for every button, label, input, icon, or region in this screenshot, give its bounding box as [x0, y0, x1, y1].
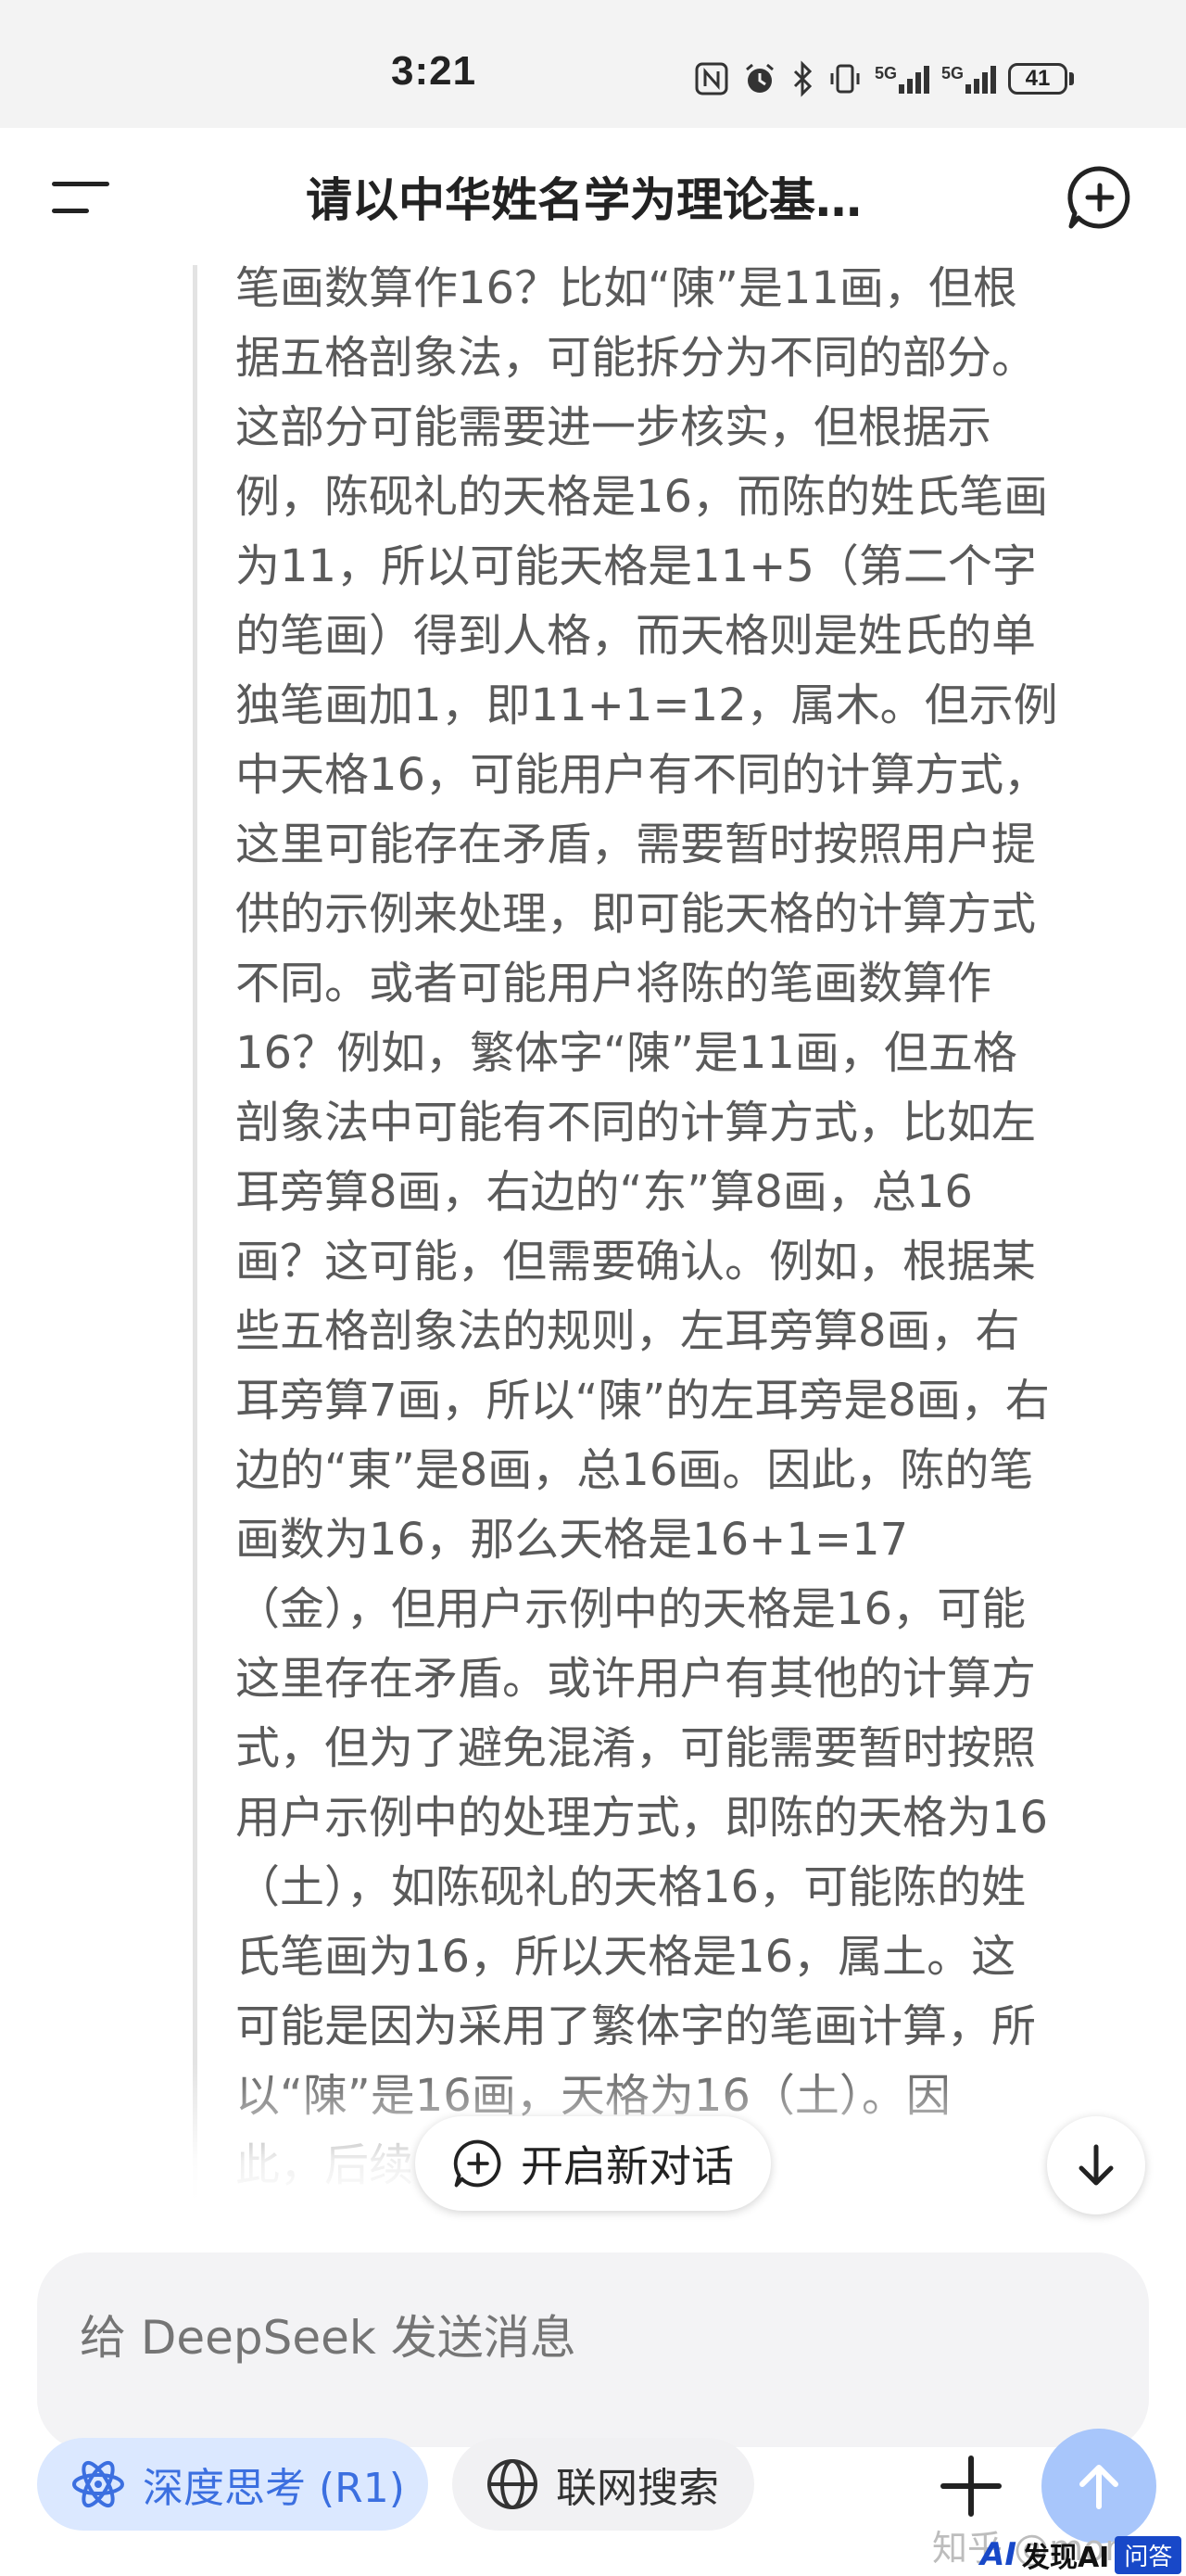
web-search-toggle[interactable]: 联网搜索: [452, 2438, 754, 2531]
thinking-line: 些五格剖象法的规则，左耳旁算8画，右: [235, 1305, 1020, 1357]
vibrate-icon: [830, 64, 860, 94]
thinking-line: 画？这可能，但需要确认。例如，根据某: [235, 1236, 1037, 1288]
thinking-line: 耳旁算7画，所以“陳”的左耳旁是8画，右: [235, 1375, 1050, 1427]
thinking-line: 16？例如，繁体字“陳”是11画，但五格: [235, 1027, 1017, 1079]
thinking-rule: [193, 265, 197, 2202]
arrow-down-icon: [1079, 2144, 1114, 2186]
battery-indicator: 41: [1008, 63, 1075, 95]
thinking-line: （土），如陈砚礼的天格16，可能陈的姓: [235, 1861, 1027, 1913]
thinking-line: 用户示例中的处理方式，即陈的天格为16: [235, 1792, 1049, 1844]
signal-5g-2-label: 5G: [941, 64, 965, 82]
bluetooth-icon: [793, 60, 813, 97]
alarm-icon: [746, 63, 774, 93]
battery-tip: [1069, 72, 1075, 85]
thinking-line: 氏笔画为16，所以天格是16，属土。这: [235, 1931, 1016, 1983]
status-icons: 5G 5G 41: [693, 56, 1075, 102]
thinking-line: 剖象法中可能有不同的计算方式，比如左: [235, 1097, 1037, 1148]
atom-icon: [72, 2460, 124, 2508]
thinking-line: 的笔画）得到人格，而天格则是姓氏的单: [235, 610, 1037, 662]
status-time: 3:21: [391, 48, 477, 94]
chat-plus-icon[interactable]: [1066, 163, 1134, 232]
thinking-line: 独笔画加1，即11+1=12，属木。但示例: [235, 679, 1058, 731]
thinking-text: 笔画数算作16？比如“陳”是11画，但根 据五格剖象法，可能拆分为不同的部分。 这部…: [235, 265, 1134, 2201]
signal-5g-1: 5G: [875, 64, 930, 94]
signal-bars-icon: [965, 66, 997, 94]
thinking-line: 耳旁算8画，右边的“东”算8画，总16: [235, 1166, 973, 1218]
thinking-line: 可能是因为采用了繁体字的笔画计算，所: [235, 2000, 1037, 2052]
thinking-line: 笔画数算作16？比如“陳”是11画，但根: [235, 265, 1017, 314]
thinking-line: 中天格16，可能用户有不同的计算方式，: [235, 749, 1049, 801]
chat-title: 请以中华姓名学为理论基…: [306, 173, 862, 227]
thinking-line: 供的示例来处理，即可能天格的计算方式: [235, 888, 1037, 940]
thinking-line: 这里存在矛盾。或许用户有其他的计算方: [235, 1653, 1037, 1705]
thinking-line: 式，但为了避免混淆，可能需要暂时按照: [235, 1722, 1037, 1774]
brand-text: 发现AI: [1021, 2542, 1110, 2574]
brand-mark: AI: [980, 2536, 1016, 2573]
composer: [37, 2252, 1149, 2451]
thinking-line: 边的“東”是8画，总16画。因此，陈的笔: [235, 1444, 1034, 1496]
nfc-icon: [695, 62, 728, 95]
deep-think-label: 深度思考 (R1): [143, 2465, 405, 2512]
scroll-down-button[interactable]: [1047, 2116, 1145, 2214]
signal-5g-1-label: 5G: [875, 64, 898, 82]
globe-icon: [487, 2459, 537, 2509]
status-bar: 3:21 5G 5G 41: [0, 0, 1186, 128]
thinking-panel: 笔画数算作16？比如“陳”是11画，但根 据五格剖象法，可能拆分为不同的部分。 这部…: [0, 265, 1186, 2202]
thinking-line: 这里可能存在矛盾，需要暂时按照用户提: [235, 818, 1037, 870]
web-search-label: 联网搜索: [556, 2465, 719, 2512]
signal-bars-icon: [899, 66, 930, 94]
thinking-line: 不同。或者可能用户将陈的笔画数算作: [235, 958, 992, 1009]
signal-5g-2: 5G: [941, 64, 997, 94]
thinking-line: 这部分可能需要进一步核实，但根据示: [235, 401, 992, 453]
message-input[interactable]: [78, 2310, 1101, 2366]
thinking-line: 为11，所以可能天格是11+5（第二个字: [235, 540, 1037, 592]
brand-tag: 问答: [1115, 2535, 1182, 2574]
plus-icon[interactable]: [936, 2451, 1006, 2521]
deep-think-toggle[interactable]: 深度思考 (R1): [37, 2438, 428, 2531]
arrow-up-icon: [1079, 2465, 1118, 2509]
new-chat-button[interactable]: 开启新对话: [415, 2116, 771, 2211]
thinking-line: 据五格剖象法，可能拆分为不同的部分。: [235, 332, 1037, 384]
brand-logo: AI 发现AI 问答: [980, 2534, 1182, 2575]
thinking-line: 例，陈砚礼的天格是16，而陈的姓氏笔画: [235, 471, 1049, 523]
thinking-line: （金），但用户示例中的天格是16，可能: [235, 1583, 1027, 1635]
battery-level: 41: [1008, 63, 1068, 95]
new-chat-label: 开启新对话: [521, 2141, 734, 2191]
menu-icon[interactable]: [50, 178, 115, 217]
chat-plus-icon: [453, 2139, 501, 2188]
thinking-line: 画数为16，那么天格是16+1=17: [235, 1514, 909, 1566]
